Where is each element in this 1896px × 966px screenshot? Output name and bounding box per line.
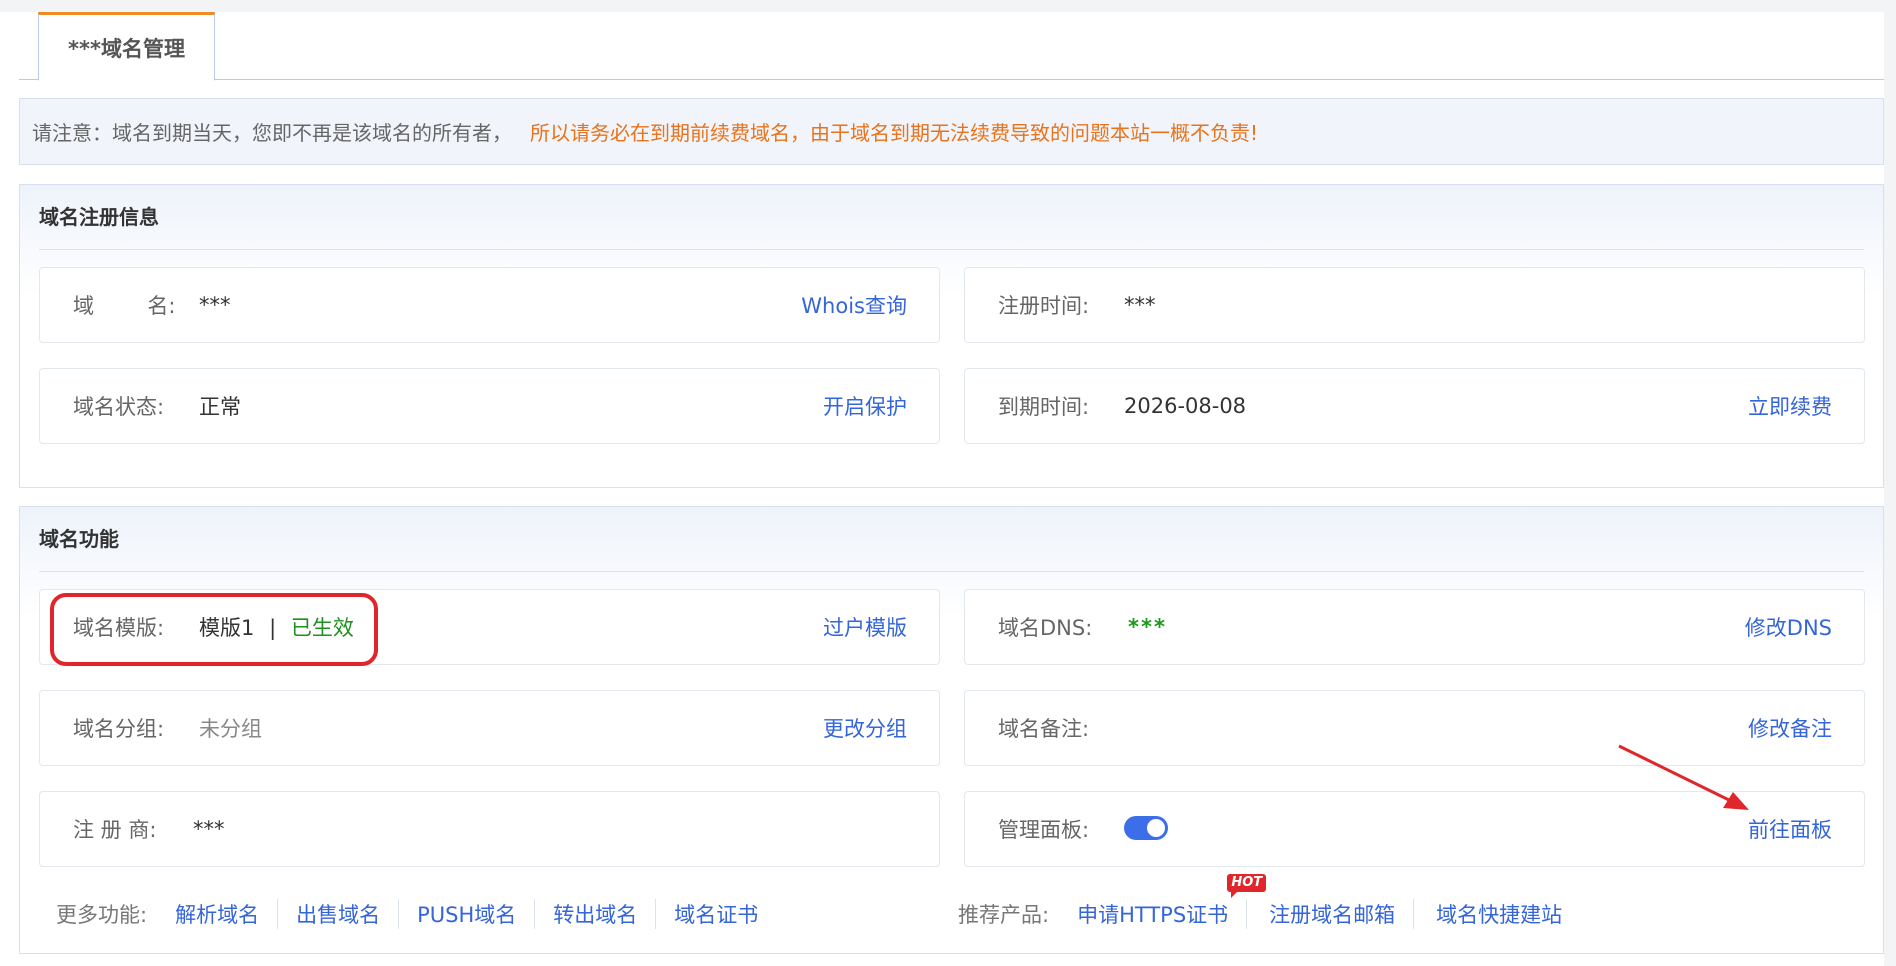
- template-highlight-annotation: [50, 593, 378, 666]
- top-strip: [0, 0, 1896, 12]
- group-label: 域名分组:: [73, 717, 165, 741]
- reg-time-label: 注册时间:: [998, 294, 1090, 318]
- reg-time-card: 注册时间: ***: [964, 267, 1865, 343]
- notice-text: 请注意：域名到期当天，您即不再是该域名的所有者，: [32, 121, 512, 145]
- transfer-template-link[interactable]: 过户模版: [823, 612, 907, 642]
- expiry-notice: 请注意：域名到期当天，您即不再是该域名的所有者， 所以请务必在到期前续费域名，由…: [19, 98, 1884, 165]
- dns-card: 域名DNS: *** 修改DNS: [964, 589, 1865, 665]
- red-arrow-annotation: [1618, 744, 1749, 810]
- enable-protection-link[interactable]: 开启保护: [823, 391, 907, 421]
- expire-time-card: 到期时间: 2026-08-08 立即续费: [964, 368, 1865, 444]
- reg-time-value: ***: [1124, 293, 1156, 317]
- domain-features-section: 域名功能 域名模版: 模版1 | 已生效 过户模版 域名DNS: *** 修改D…: [19, 506, 1884, 954]
- note-label: 域名备注:: [998, 717, 1090, 741]
- recommended-products-row: 推荐产品: 申请HTTPS证书 HOT 注册域名邮箱 域名快捷建站: [958, 874, 1580, 932]
- dns-label: 域名DNS:: [998, 616, 1093, 640]
- hot-badge: HOT: [1227, 874, 1267, 898]
- toggle-knob: [1147, 819, 1165, 837]
- tab-bar: ***域名管理: [19, 12, 1884, 81]
- more-functions-row: 更多功能: 解析域名 出售域名 PUSH域名 转出域名 域名证书: [56, 896, 776, 932]
- expire-time-label: 到期时间:: [998, 395, 1090, 419]
- registrar-card: 注 册 商: ***: [39, 791, 940, 867]
- domain-status-value: 正常: [199, 395, 241, 419]
- recommended-label: 推荐产品:: [958, 903, 1050, 927]
- group-value: 未分组: [199, 717, 262, 741]
- link-https-cert[interactable]: 申请HTTPS证书 HOT: [1077, 874, 1267, 929]
- whois-query-link[interactable]: Whois查询: [801, 290, 907, 320]
- modify-dns-link[interactable]: 修改DNS: [1745, 612, 1832, 642]
- more-functions-label: 更多功能:: [56, 903, 148, 927]
- expire-time-value: 2026-08-08: [1124, 394, 1247, 418]
- section-divider: [39, 249, 1864, 250]
- domain-name-card: 域 名: *** Whois查询: [39, 267, 940, 343]
- registration-info-section: 域名注册信息 域 名: *** Whois查询 注册时间: *** 域名状态: …: [19, 184, 1884, 488]
- section-title: 域名注册信息: [39, 205, 159, 229]
- link-push-domain[interactable]: PUSH域名: [398, 899, 534, 929]
- domain-status-label: 域名状态:: [73, 395, 165, 419]
- panel-label: 管理面板:: [998, 818, 1090, 842]
- link-https-cert-text: 申请HTTPS证书: [1077, 903, 1229, 927]
- section-divider: [39, 571, 1864, 572]
- link-sell-domain[interactable]: 出售域名: [277, 899, 398, 929]
- modify-note-link[interactable]: 修改备注: [1748, 713, 1832, 743]
- go-to-panel-link[interactable]: 前往面板: [1748, 814, 1832, 844]
- link-domain-cert[interactable]: 域名证书: [655, 899, 776, 929]
- section-title: 域名功能: [39, 527, 119, 551]
- domain-name-value: ***: [199, 293, 231, 317]
- link-quick-site[interactable]: 域名快捷建站: [1413, 899, 1580, 929]
- link-resolve-domain[interactable]: 解析域名: [175, 899, 277, 929]
- panel-toggle[interactable]: [1124, 816, 1168, 840]
- link-transfer-out[interactable]: 转出域名: [534, 899, 655, 929]
- notice-warning: 所以请务必在到期前续费域名，由于域名到期无法续费导致的问题本站一概不负责!: [530, 121, 1259, 145]
- tab-domain-management[interactable]: ***域名管理: [38, 12, 215, 81]
- registrar-label: 注 册 商:: [73, 818, 157, 842]
- change-group-link[interactable]: 更改分组: [823, 713, 907, 743]
- domain-name-label: 域 名:: [73, 294, 176, 318]
- renew-now-link[interactable]: 立即续费: [1748, 391, 1832, 421]
- group-card: 域名分组: 未分组 更改分组: [39, 690, 940, 766]
- right-scroll-gutter: [1884, 0, 1896, 966]
- domain-status-card: 域名状态: 正常 开启保护: [39, 368, 940, 444]
- link-domain-email[interactable]: 注册域名邮箱: [1246, 899, 1413, 929]
- registrar-value: ***: [193, 817, 225, 841]
- dns-value: ***: [1128, 615, 1167, 639]
